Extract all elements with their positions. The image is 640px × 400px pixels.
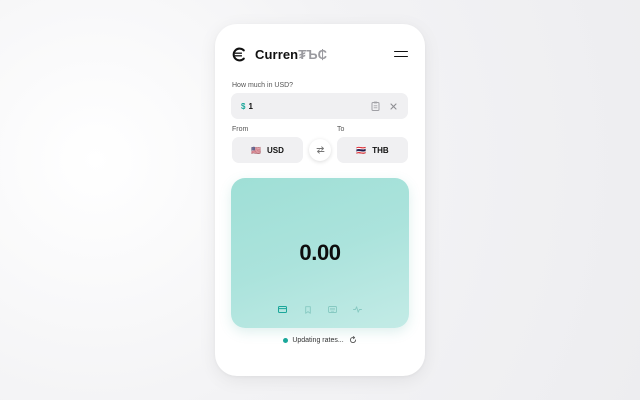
brand: Curren₮Ъ₵	[232, 47, 327, 62]
amount-input[interactable]: $ 1	[231, 93, 408, 119]
status-bar: Updating rates...	[215, 336, 425, 344]
result-panel: 0.00	[231, 178, 409, 328]
to-currency-code: THB	[372, 145, 389, 155]
currency-symbol: $	[241, 101, 246, 111]
status-dot	[283, 337, 289, 343]
activity-icon[interactable]	[353, 305, 362, 314]
card-icon[interactable]	[278, 305, 287, 314]
clear-icon[interactable]	[388, 101, 398, 111]
to-currency-button[interactable]: 🇹🇭 THB	[337, 137, 408, 163]
menu-icon[interactable]	[394, 48, 408, 60]
th-flag-icon: 🇹🇭	[356, 145, 367, 155]
converter-card: Curren₮Ъ₵ How much in USD? $ 1 From To 🇺…	[215, 24, 425, 376]
clipboard-icon[interactable]	[370, 101, 380, 111]
app-title: Curren₮Ъ₵	[255, 46, 328, 62]
keyboard-icon[interactable]	[328, 305, 337, 314]
app-header: Curren₮Ъ₵	[232, 44, 408, 64]
refresh-icon[interactable]	[349, 336, 357, 344]
app-title-symbols: ₮Ъ₵	[298, 46, 328, 62]
amount-label: How much in USD?	[232, 82, 294, 89]
currency-logo-icon	[232, 47, 245, 61]
bookmark-icon[interactable]	[303, 305, 312, 314]
amount-value[interactable]: 1	[248, 102, 370, 111]
status-text: Updating rates...	[292, 336, 344, 344]
panel-tabs	[231, 305, 409, 314]
from-currency-button[interactable]: 🇺🇸 USD	[232, 137, 303, 163]
us-flag-icon: 🇺🇸	[251, 145, 262, 155]
from-currency-code: USD	[267, 145, 284, 155]
to-label: To	[337, 126, 345, 133]
from-label: From	[232, 126, 249, 133]
swap-icon[interactable]	[309, 139, 331, 161]
converted-amount: 0.00	[299, 240, 341, 265]
